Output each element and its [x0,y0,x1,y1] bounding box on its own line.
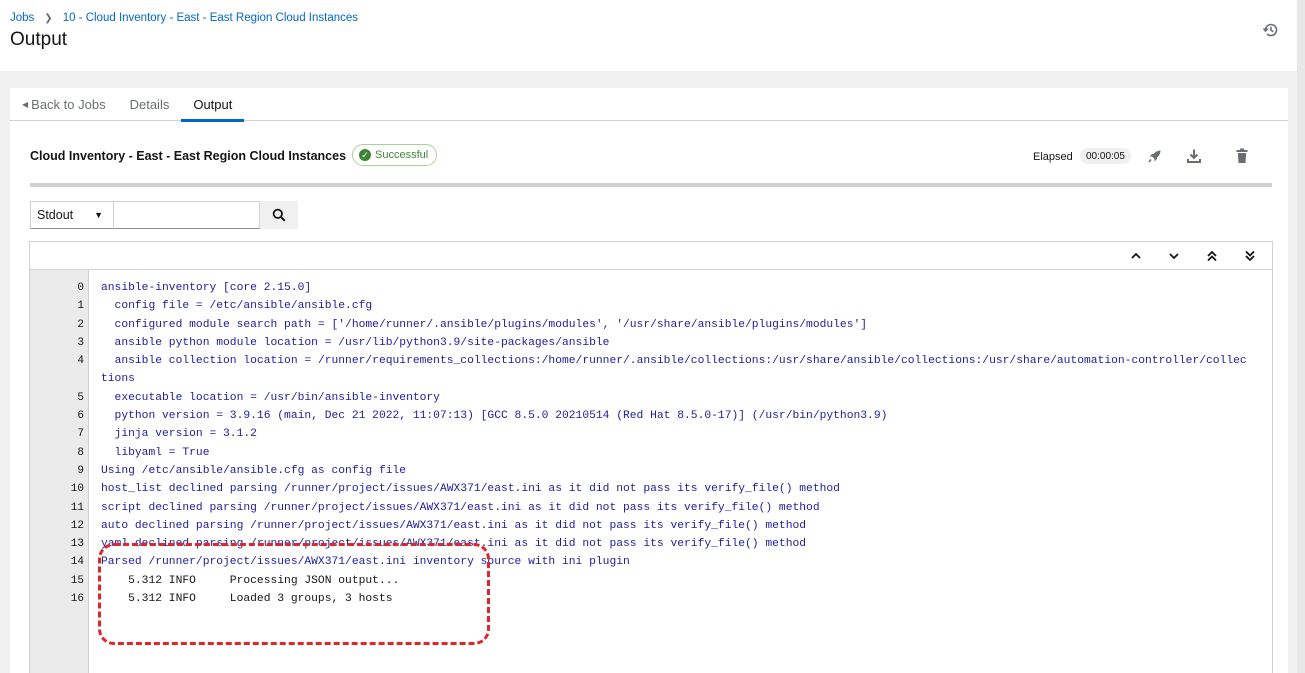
relaunch-rocket-icon[interactable] [1146,147,1164,165]
tab-bar: ◀ Back to Jobs Details Output [10,88,1288,122]
log-line-number: 13 [70,538,84,551]
log-line-number: 14 [70,556,84,569]
search-input[interactable] [114,201,260,229]
breadcrumb-job-link[interactable]: 10 - Cloud Inventory - East - East Regio… [63,12,358,24]
log-output: 0 ansible-inventory [core 2.15.0] 1 config… [30,279,1272,608]
tab-output[interactable]: Output [181,88,245,122]
tab-details[interactable]: Details [118,88,182,121]
log-line-text: 5.312 INFO Loaded 3 groups, 3 hosts [101,593,393,606]
scroll-bottom-icon[interactable] [1243,249,1257,263]
log-line-text: ansible collection location = /runner/re… [101,355,1247,386]
progress-divider [30,183,1272,187]
page-up-icon[interactable] [1129,249,1143,263]
log-line-text: Parsed /runner/project/issues/AWX371/eas… [101,556,630,569]
log-line: 13 yaml declined parsing /runner/project/… [30,535,1272,553]
search-button[interactable] [260,201,298,229]
log-line-text: yaml declined parsing /runner/project/is… [101,538,807,551]
log-line: 1 config file = /etc/ansible/ansible.cfg [30,297,1272,315]
log-line: 0 ansible-inventory [core 2.15.0] [30,279,1272,297]
log-line-number: 9 [77,464,84,477]
tab-label: Output [193,97,233,112]
log-line: 2 configured module search path = ['/hom… [30,316,1272,334]
log-line-text: jinja version = 3.1.2 [101,428,257,441]
stream-select-value: Stdout [37,208,74,222]
log-line: 6 python version = 3.9.16 (main, Dec 21 … [30,407,1272,425]
page-header: Jobs ❯ 10 - Cloud Inventory - East - Eas… [0,0,1305,71]
log-line: 7 jinja version = 3.1.2 [30,425,1272,443]
breadcrumb-jobs-link[interactable]: Jobs [10,12,34,24]
caret-down-icon: ▼ [94,210,103,220]
log-line-text: libyaml = True [101,446,210,459]
log-line-number: 8 [77,446,84,459]
search-icon [272,208,286,222]
page-down-icon[interactable] [1167,249,1181,263]
tab-label: Back to Jobs [31,97,106,112]
job-output-panel: 0 ansible-inventory [core 2.15.0] 1 config… [29,241,1273,673]
log-line-text: python version = 3.9.16 (main, Dec 21 20… [101,410,888,423]
log-line: 14 Parsed /runner/project/issues/AWX371/e… [30,553,1272,571]
log-line-number: 15 [70,574,84,587]
log-line-text: auto declined parsing /runner/project/is… [101,519,807,532]
log-line: 4 ansible collection location = /runner/… [30,352,1272,389]
breadcrumb: Jobs ❯ 10 - Cloud Inventory - East - Eas… [10,12,358,24]
check-circle-icon: ✓ [359,149,371,161]
log-line: 9 Using /etc/ansible/ansible.cfg as confi… [30,462,1272,480]
log-line: 15 5.312 INFO Processing JSON output... [30,572,1272,590]
tab-back-to-jobs[interactable]: ◀ Back to Jobs [10,88,118,121]
log-line-text: ansible python module location = /usr/li… [101,336,610,349]
page-title: Output [10,29,68,50]
log-line-number: 6 [77,410,84,423]
log-line-number: 0 [77,282,84,294]
elapsed-value: 00:00:05 [1080,148,1131,164]
log-line-number: 2 [77,318,84,331]
log-line-text: ansible-inventory [core 2.15.0] [101,282,312,294]
output-filter-bar: Stdout ▼ [30,201,298,229]
log-line-text: config file = /etc/ansible/ansible.cfg [101,300,373,313]
status-label: Successful [375,149,429,161]
elapsed-label: Elapsed [1033,151,1073,163]
log-line-number: 3 [77,336,84,349]
download-icon[interactable] [1185,147,1203,165]
log-line-number: 5 [77,391,84,404]
log-line-number: 10 [70,483,84,496]
log-line-text: executable location = /usr/bin/ansible-i… [101,391,440,404]
log-line: 10 host_list declined parsing /runner/pro… [30,480,1272,498]
log-line-number: 7 [77,428,84,441]
stream-select[interactable]: Stdout ▼ [30,201,114,229]
delete-icon[interactable] [1233,147,1251,165]
page-scrollbar[interactable] [1297,0,1305,673]
log-line: 5 executable location = /usr/bin/ansible… [30,389,1272,407]
history-icon[interactable] [1262,21,1280,39]
log-line-text: 5.312 INFO Processing JSON output... [101,574,400,587]
breadcrumb-separator-icon: ❯ [44,12,53,24]
log-line-text: script declined parsing /runner/project/… [101,501,820,514]
log-line-text: host_list declined parsing /runner/proje… [101,483,840,496]
tab-label: Details [129,97,170,112]
scroll-top-icon[interactable] [1205,249,1219,263]
log-line: 12 auto declined parsing /runner/project/… [30,517,1272,535]
log-line: 16 5.312 INFO Loaded 3 groups, 3 hosts [30,590,1272,608]
job-title: Cloud Inventory - East - East Region Clo… [30,149,347,163]
log-line: 8 libyaml = True [30,444,1272,462]
log-line: 3 ansible python module location = /usr/… [30,334,1272,352]
status-badge: ✓ Successful [352,144,438,166]
caret-left-icon: ◀ [22,100,29,109]
log-line-number: 16 [70,593,84,606]
job-output-card: ◀ Back to Jobs Details Output Cloud Inve… [10,88,1288,673]
output-nav-toolbar [30,242,1272,270]
log-line-number: 1 [77,300,84,313]
log-line-text: configured module search path = ['/home/… [101,318,868,331]
job-header: Cloud Inventory - East - East Region Clo… [30,143,1272,171]
log-line-text: Using /etc/ansible/ansible.cfg as config… [101,464,407,477]
log-line-number: 12 [70,519,84,532]
log-line-number: 11 [70,501,84,514]
log-line: 11 script declined parsing /runner/projec… [30,499,1272,517]
log-line-number: 4 [77,355,84,368]
